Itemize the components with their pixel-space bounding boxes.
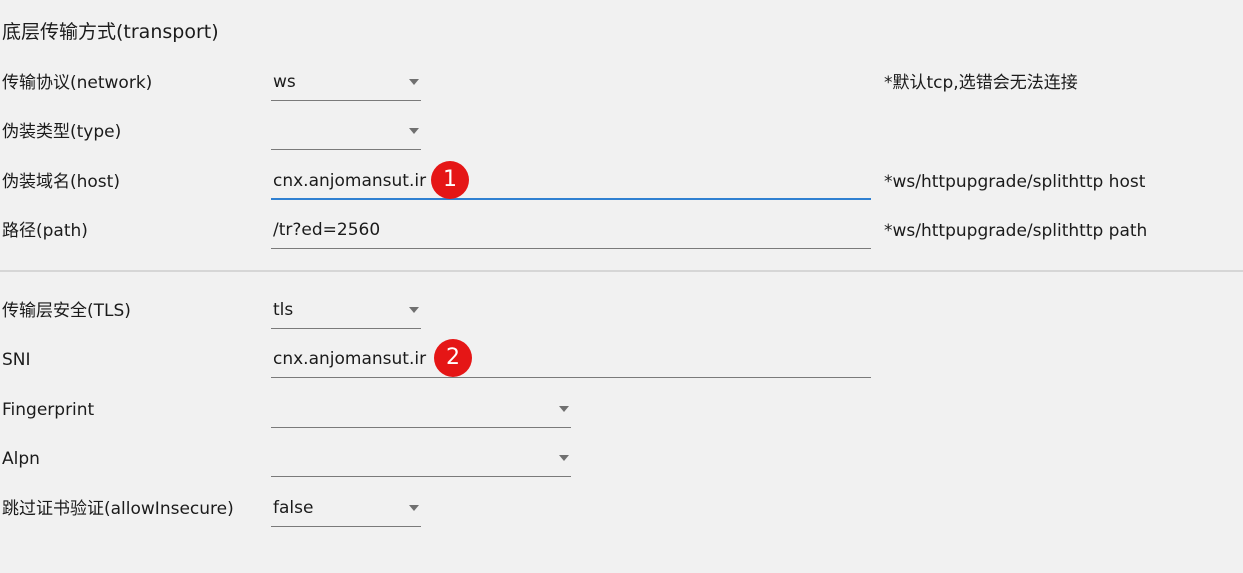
chevron-down-icon[interactable] [409,128,419,134]
fingerprint-label: Fingerprint [2,400,95,420]
allow-insecure-row: 跳过证书验证(allowInsecure) false [0,488,1243,528]
alpn-select[interactable] [271,439,571,477]
sni-input[interactable]: cnx.anjomansut.ir [271,340,871,378]
chevron-down-icon[interactable] [559,406,569,412]
section-divider [0,270,1243,272]
sni-label: SNI [2,350,31,370]
alpn-row: Alpn [0,438,1243,478]
chevron-down-icon[interactable] [409,505,419,511]
network-row: 传输协议(network) ws *默认tcp,选错会无法连接 [0,62,1243,102]
tls-select[interactable]: tls [271,291,421,329]
allow-insecure-label: 跳过证书验证(allowInsecure) [2,499,234,519]
tls-select-value: tls [273,300,294,320]
path-input[interactable]: /tr?ed=2560 [271,211,871,249]
network-select[interactable]: ws [271,63,421,101]
fingerprint-select[interactable] [271,390,571,428]
chevron-down-icon[interactable] [409,307,419,313]
annotation-marker-2: 2 [434,339,472,377]
tls-row: 传输层安全(TLS) tls [0,290,1243,330]
chevron-down-icon[interactable] [559,455,569,461]
allow-insecure-select[interactable]: false [271,489,421,527]
network-label: 传输协议(network) [2,73,153,93]
type-label: 伪装类型(type) [2,122,122,142]
transport-section-title: 底层传输方式(transport) [2,21,219,43]
alpn-label: Alpn [2,449,40,469]
path-hint: *ws/httpupgrade/splithttp path [884,221,1148,241]
tls-label: 传输层安全(TLS) [2,301,131,321]
host-input[interactable]: cnx.anjomansut.ir [271,162,871,200]
chevron-down-icon[interactable] [409,79,419,85]
path-label: 路径(path) [2,221,88,241]
host-row: 伪装域名(host) cnx.anjomansut.ir *ws/httpupg… [0,161,1243,201]
fingerprint-row: Fingerprint [0,389,1243,429]
host-hint: *ws/httpupgrade/splithttp host [884,172,1146,192]
network-hint: *默认tcp,选错会无法连接 [884,73,1078,93]
sni-row: SNI cnx.anjomansut.ir [0,339,1243,379]
sni-input-value: cnx.anjomansut.ir [273,349,427,369]
type-select[interactable] [271,112,421,150]
type-row: 伪装类型(type) [0,111,1243,151]
host-label: 伪装域名(host) [2,172,120,192]
allow-insecure-select-value: false [273,498,314,518]
host-input-value: cnx.anjomansut.ir [273,171,427,191]
path-row: 路径(path) /tr?ed=2560 *ws/httpupgrade/spl… [0,210,1243,250]
network-select-value: ws [273,72,296,92]
path-input-value: /tr?ed=2560 [273,220,381,240]
annotation-marker-1: 1 [431,161,469,199]
